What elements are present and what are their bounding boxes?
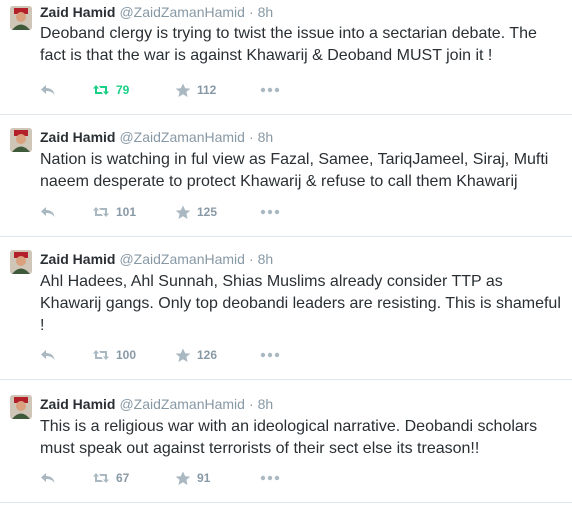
author-handle[interactable]: @ZaidZamanHamid xyxy=(119,4,244,20)
tweet-text: This is a religious war with an ideologi… xyxy=(40,418,538,457)
tweet[interactable]: Zaid Hamid @ZaidZamanHamid · 8h Deoband cle… xyxy=(0,0,572,115)
favorite-button[interactable]: 125 xyxy=(175,203,217,221)
retweet-count: 101 xyxy=(116,205,137,219)
author-name[interactable]: Zaid Hamid xyxy=(40,251,115,267)
reply-icon xyxy=(40,205,56,219)
more-options-button[interactable] xyxy=(260,346,280,364)
retweet-count: 79 xyxy=(116,83,130,97)
retweet-button[interactable]: 101 xyxy=(92,203,136,221)
tweet-header: Zaid Hamid @ZaidZamanHamid · 8h xyxy=(40,128,273,146)
more-options-button[interactable] xyxy=(260,203,280,221)
star-icon xyxy=(175,471,191,486)
separator: · xyxy=(248,4,254,20)
favorite-count: 126 xyxy=(197,348,218,362)
avatar[interactable] xyxy=(10,395,32,419)
retweet-button[interactable]: 79 xyxy=(92,81,129,99)
more-options-button[interactable] xyxy=(260,469,280,487)
separator: · xyxy=(248,396,254,412)
favorite-button[interactable]: 126 xyxy=(175,346,217,364)
retweet-count: 67 xyxy=(116,471,130,485)
retweet-icon xyxy=(92,348,110,362)
reply-button[interactable] xyxy=(40,469,56,487)
tweet-header: Zaid Hamid @ZaidZamanHamid · 8h xyxy=(40,250,273,268)
more-icon xyxy=(260,352,280,358)
tweet-text: Nation is watching in ful view as Fazal,… xyxy=(40,151,549,190)
tweet[interactable]: Zaid Hamid @ZaidZamanHamid · 8h This is a r… xyxy=(0,380,572,503)
retweet-icon xyxy=(92,83,110,97)
star-icon xyxy=(175,348,191,363)
author-handle[interactable]: @ZaidZamanHamid xyxy=(119,396,244,412)
favorite-button[interactable]: 112 xyxy=(175,81,216,99)
tweet-header: Zaid Hamid @ZaidZamanHamid · 8h xyxy=(40,3,273,21)
reply-button[interactable] xyxy=(40,346,56,364)
favorite-count: 125 xyxy=(197,205,218,219)
favorite-button[interactable]: 91 xyxy=(175,469,210,487)
reply-icon xyxy=(40,83,56,97)
tweet-timeline: Zaid Hamid @ZaidZamanHamid · 8h Deoband cle… xyxy=(0,0,572,507)
retweet-count: 100 xyxy=(116,348,137,362)
reply-icon xyxy=(40,471,56,485)
tweet-timestamp[interactable]: 8h xyxy=(258,396,274,412)
more-icon xyxy=(260,209,280,215)
author-name[interactable]: Zaid Hamid xyxy=(40,396,115,412)
tweet[interactable]: Zaid Hamid @ZaidZamanHamid · 8h Ahl Hadees,… xyxy=(0,237,572,380)
separator: · xyxy=(248,251,254,267)
tweet-header: Zaid Hamid @ZaidZamanHamid · 8h xyxy=(40,395,273,413)
retweet-icon xyxy=(92,205,110,219)
reply-button[interactable] xyxy=(40,81,56,99)
avatar[interactable] xyxy=(10,250,32,274)
star-icon xyxy=(175,205,191,220)
avatar[interactable] xyxy=(10,6,32,30)
tweet[interactable]: Zaid Hamid @ZaidZamanHamid · 8h Nation is w… xyxy=(0,115,572,237)
author-name[interactable]: Zaid Hamid xyxy=(40,4,115,20)
tweet-text: Ahl Hadees, Ahl Sunnah, Shias Muslims al… xyxy=(40,273,561,334)
more-icon xyxy=(260,475,280,481)
tweet-timestamp[interactable]: 8h xyxy=(258,129,274,145)
retweet-button[interactable]: 100 xyxy=(92,346,136,364)
tweet-timestamp[interactable]: 8h xyxy=(258,251,274,267)
tweet-text: Deoband clergy is trying to twist the is… xyxy=(40,25,537,64)
separator: · xyxy=(248,129,254,145)
reply-icon xyxy=(40,348,56,362)
favorite-count: 112 xyxy=(197,83,217,97)
star-icon xyxy=(175,83,191,98)
retweet-icon xyxy=(92,471,110,485)
author-name[interactable]: Zaid Hamid xyxy=(40,129,115,145)
author-handle[interactable]: @ZaidZamanHamid xyxy=(119,129,244,145)
avatar[interactable] xyxy=(10,128,32,152)
retweet-button[interactable]: 67 xyxy=(92,469,129,487)
more-icon xyxy=(260,87,280,93)
author-handle[interactable]: @ZaidZamanHamid xyxy=(119,251,244,267)
more-options-button[interactable] xyxy=(260,81,280,99)
favorite-count: 91 xyxy=(197,471,211,485)
tweet-timestamp[interactable]: 8h xyxy=(258,4,274,20)
reply-button[interactable] xyxy=(40,203,56,221)
